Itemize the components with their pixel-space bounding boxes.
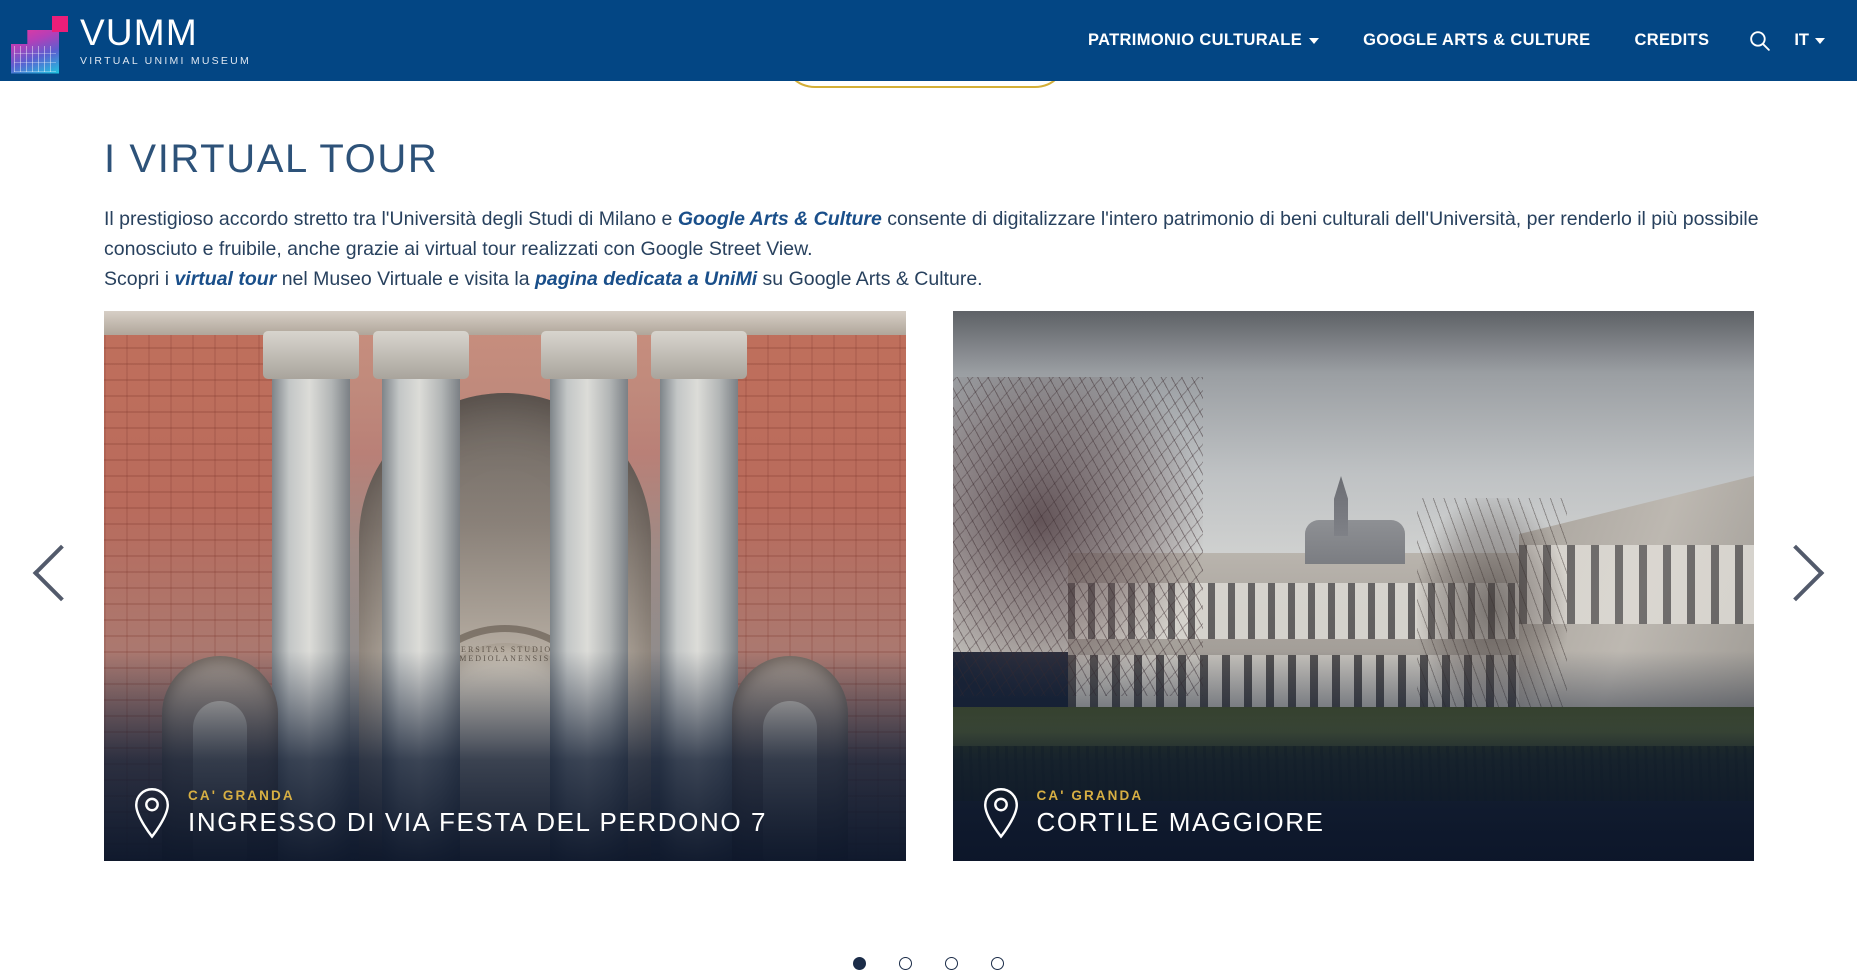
language-label: IT bbox=[1794, 31, 1809, 49]
link-pagina-dedicata-unimi[interactable]: pagina dedicata a UniMi bbox=[535, 268, 757, 290]
carousel-dot-2[interactable] bbox=[899, 957, 912, 970]
nav-item-label: PATRIMONIO CULTURALE bbox=[1087, 31, 1303, 49]
language-selector[interactable]: IT bbox=[1788, 21, 1839, 60]
brand-text: VUMM VIRTUAL UNIMI MUSEUM bbox=[80, 14, 251, 67]
card-title: CORTILE MAGGIORE bbox=[1036, 807, 1325, 837]
search-button[interactable] bbox=[1731, 18, 1788, 63]
intro-text-part: su Google Arts & Culture. bbox=[757, 268, 983, 290]
card-place-label: CA' GRANDA bbox=[1036, 788, 1144, 803]
intro-paragraph: Il prestigioso accordo stretto tra l'Uni… bbox=[104, 204, 1764, 294]
carousel-card-cortile-maggiore[interactable]: CA' GRANDA CORTILE MAGGIORE bbox=[952, 311, 1754, 861]
link-virtual-tour[interactable]: virtual tour bbox=[174, 268, 276, 290]
map-pin-icon bbox=[135, 788, 169, 839]
brand-subtitle: VIRTUAL UNIMI MUSEUM bbox=[80, 54, 252, 67]
carousel-prev-button[interactable] bbox=[28, 530, 90, 616]
link-google-arts-culture[interactable]: Google Arts & Culture bbox=[678, 208, 882, 230]
intro-text-part: Scopri i bbox=[104, 268, 175, 290]
carousel-dot-4[interactable] bbox=[991, 957, 1004, 970]
brand-title: VUMM bbox=[80, 12, 198, 54]
nav-item-google-arts-culture[interactable]: GOOGLE ARTS & CULTURE bbox=[1341, 21, 1612, 60]
page-title: I VIRTUAL TOUR bbox=[104, 137, 439, 181]
vumm-building-logo-icon bbox=[6, 8, 68, 74]
card-image-misty-courtyard bbox=[952, 311, 1754, 861]
nav-item-credits[interactable]: CREDITS bbox=[1612, 21, 1731, 60]
chevron-down-icon bbox=[1815, 37, 1825, 44]
search-icon bbox=[1750, 31, 1771, 51]
nav-item-label: GOOGLE ARTS & CULTURE bbox=[1363, 31, 1591, 49]
card-place-label: CA' GRANDA bbox=[188, 788, 295, 803]
card-image-neoclassical-entrance: UNIVERSITAS STUDIORUM MEDIOLANENSIS bbox=[104, 311, 906, 861]
page-content: I VIRTUAL TOUR Il prestigioso accordo st… bbox=[0, 81, 1857, 970]
carousel-dot-1[interactable] bbox=[853, 957, 866, 970]
chevron-right-icon bbox=[1767, 544, 1825, 602]
map-pin-icon bbox=[983, 788, 1018, 839]
virtual-tour-carousel: UNIVERSITAS STUDIORUM MEDIOLANENSIS CA' … bbox=[0, 311, 1857, 970]
card-caption-text: CA' GRANDA CORTILE MAGGIORE bbox=[1037, 788, 1325, 838]
carousel-next-button[interactable] bbox=[1767, 530, 1829, 616]
card-title: INGRESSO DI VIA FESTA DEL PERDONO 7 bbox=[188, 807, 768, 837]
card-caption: CA' GRANDA CORTILE MAGGIORE bbox=[981, 787, 1325, 839]
nav-item-patrimonio-culturale[interactable]: PATRIMONIO CULTURALE bbox=[1066, 21, 1341, 60]
carousel-cards: UNIVERSITAS STUDIORUM MEDIOLANENSIS CA' … bbox=[104, 311, 1754, 861]
carousel-card-ingresso-via-festa-del-perdono[interactable]: UNIVERSITAS STUDIORUM MEDIOLANENSIS CA' … bbox=[104, 311, 906, 861]
nav-item-label: CREDITS bbox=[1634, 31, 1710, 49]
nav-links: PATRIMONIO CULTURALE GOOGLE ARTS & CULTU… bbox=[1066, 18, 1857, 63]
intro-text-part: Il prestigioso accordo stretto tra l'Uni… bbox=[104, 208, 678, 230]
intro-text-part: nel Museo Virtuale e visita la bbox=[276, 268, 535, 290]
carousel-pagination bbox=[0, 957, 1857, 970]
chevron-left-icon bbox=[32, 544, 90, 602]
carousel-dot-3[interactable] bbox=[945, 957, 958, 970]
card-caption-text: CA' GRANDA INGRESSO DI VIA FESTA DEL PER… bbox=[188, 788, 767, 838]
brand-logo[interactable]: VUMM VIRTUAL UNIMI MUSEUM bbox=[6, 8, 251, 74]
chevron-down-icon bbox=[1309, 37, 1320, 44]
card-caption: CA' GRANDA INGRESSO DI VIA FESTA DEL PER… bbox=[132, 787, 767, 839]
top-navigation-bar: VUMM VIRTUAL UNIMI MUSEUM PATRIMONIO CUL… bbox=[0, 0, 1857, 81]
